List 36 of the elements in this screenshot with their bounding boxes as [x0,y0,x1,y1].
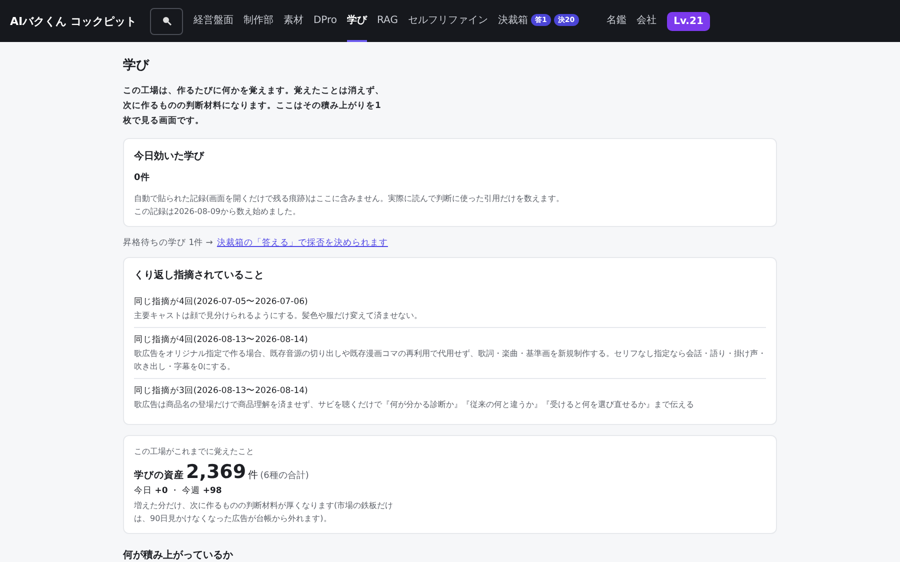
nav-link[interactable]: 名鑑 [606,0,627,42]
section-heading: 何が積み上がっているか [123,548,234,562]
card-title: 今日効いた学び [134,150,206,163]
item-heading: 同じ指摘が3回(2026-08-13〜2026-08-14) [134,385,309,398]
nav-tab[interactable]: 経営盤面 [193,0,234,42]
asset-label: 学びの資産 [134,469,184,482]
item-body: 歌広告をオリジナル指定で作る場合、既存音源の切り出しや既存漫画コマの再利用で代用せず、歌詞・楽曲・基準画を新規制作する。セリフなし指定なら会話・語り・掛け声・吹き出し・字幕を0にする。 [134,348,766,373]
decision-link[interactable]: 決裁箱の「答える」で採否を決められます [216,237,388,249]
nav-link[interactable]: 会社 [636,0,657,42]
note-text: この記録は2026-08-09から数え始めました。 [134,206,302,218]
asset-detail: (6種の合計) [260,470,309,482]
nav-tab[interactable]: 素材 [283,0,304,42]
level-badge[interactable]: Lv.21 [666,12,710,30]
note-text: 自動で貼られた記録(画面を開くだけで残る痕跡)はここに含みません。実際に読んで判断に使った引用だけを数えます。 [134,193,566,205]
item-heading: 同じ指摘が4回(2026-08-13〜2026-08-14) [134,334,309,347]
card-title: くり返し指摘されていること [134,268,265,282]
delta-text: 今日 +0 ・ 今週 +98 [134,485,223,497]
search-icon [162,16,172,26]
app-title: AIバクくん コックピット [10,14,136,28]
asset-value: 2,369 [186,461,246,483]
count-text: 0件 [134,172,150,184]
nav-tab[interactable]: 学び [347,0,368,42]
search-button[interactable] [150,8,184,34]
asset-unit: 件 [248,469,258,482]
card-caption: この工場がこれまでに覚えたこと [134,446,255,457]
page-title: 学び [123,57,150,74]
item-heading: 同じ指摘が4回(2026-07-05〜2026-07-06) [134,296,309,309]
nav-tab[interactable]: RAG [377,0,398,42]
item-body: 主要キャストは顔で見分けられるようにする。髪色や服だけ変えて済ませない。 [134,310,423,322]
nav-tab[interactable]: DPro [313,0,338,42]
pending-text: 昇格待ちの学び 1件 → [123,237,213,249]
intro-text: この工場は、作るたびに何かを覚えます。覚えたことは消えず、次に作るものの判断材料になります。ここはその積み上がりを1枚で見る画面です。 [123,84,385,128]
nav-tab[interactable]: 制作部 [243,0,274,42]
nav-tab[interactable]: セルフリファイン [408,0,488,42]
note-text: 増えた分だけ、次に作るものの判断材料が厚くなります(市場の鉄板だけは、90日見かけなくなった広告が台帳から外れます)。 [134,500,394,525]
item-body: 歌広告は商品名の登場だけで商品理解を済ませず、サビを聴くだけで『何が分かる診断か』『従来の何と違うか』『受けると何を選び直せるか』まで伝える [134,399,695,411]
